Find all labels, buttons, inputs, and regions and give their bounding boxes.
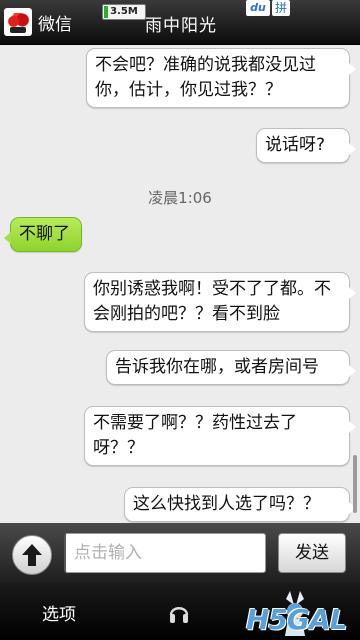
ime-mode-indicator[interactable]: 拼 [272, 0, 290, 16]
message-text: 告诉我你在哪，或者房间号 [115, 357, 319, 377]
arrow-up-icon [22, 544, 42, 566]
watermark-text: H5GAL [246, 603, 347, 636]
flower-icon [7, 13, 29, 27]
chat-scrollbar[interactable] [353, 455, 357, 513]
message-input-bar: 发送 [0, 523, 360, 583]
memory-bar [104, 6, 108, 18]
message-bubble-outgoing[interactable]: 告诉我你在哪，或者房间号 [106, 350, 356, 385]
headset-icon[interactable] [168, 601, 190, 625]
message-text: 说话呀? [265, 135, 326, 155]
ime-baidu-icon[interactable]: du [246, 0, 270, 16]
message-text: 你别诱惑我啊！受不了了都。不会刚拍的吧？？看不到脸 [93, 279, 331, 324]
expand-button[interactable] [12, 535, 52, 575]
send-button[interactable]: 发送 [278, 533, 346, 573]
watermark-logo: H5GAL [232, 589, 356, 639]
message-text: 不会吧？准确的说我都没见过你，估计，你见过我？？ [95, 55, 316, 100]
message-text: 不需要了啊？？药性过去了呀？？ [93, 413, 297, 458]
message-input[interactable] [64, 533, 266, 573]
message-bubble-outgoing[interactable]: 这么快找到人选了吗？？ [124, 487, 356, 522]
wechat-app-icon [4, 8, 32, 36]
softkey-bar: 选项 H5GAL [0, 583, 360, 640]
message-timestamp: 凌晨1:06 [148, 189, 212, 207]
message-bubble-outgoing[interactable]: 不会吧？准确的说我都没见过你，估计，你见过我？？ [86, 48, 356, 108]
memory-indicator: 3.5M [102, 4, 146, 20]
message-text: 这么快找到人选了吗？？ [133, 494, 320, 514]
memory-value: 3.5M [110, 6, 138, 17]
message-bubble-outgoing[interactable]: 你别诱惑我啊！受不了了都。不会刚拍的吧？？看不到脸 [84, 272, 356, 332]
options-softkey[interactable]: 选项 [42, 600, 76, 625]
message-bubble-incoming[interactable]: 不聊了 [4, 217, 82, 252]
chat-contact-name: 雨中阳光 [145, 16, 217, 36]
title-bar: 微信 3.5M 雨中阳光 du 拼 [0, 0, 360, 45]
app-name: 微信 [38, 15, 72, 35]
message-bubble-outgoing[interactable]: 说话呀? [256, 128, 356, 163]
chat-message-list[interactable]: 不会吧？准确的说我都没见过你，估计，你见过我？？ 说话呀? 凌晨1:06 不聊了… [0, 45, 360, 523]
message-bubble-outgoing[interactable]: 不需要了啊？？药性过去了呀？？ [84, 406, 356, 466]
message-text: 不聊了 [19, 224, 70, 244]
